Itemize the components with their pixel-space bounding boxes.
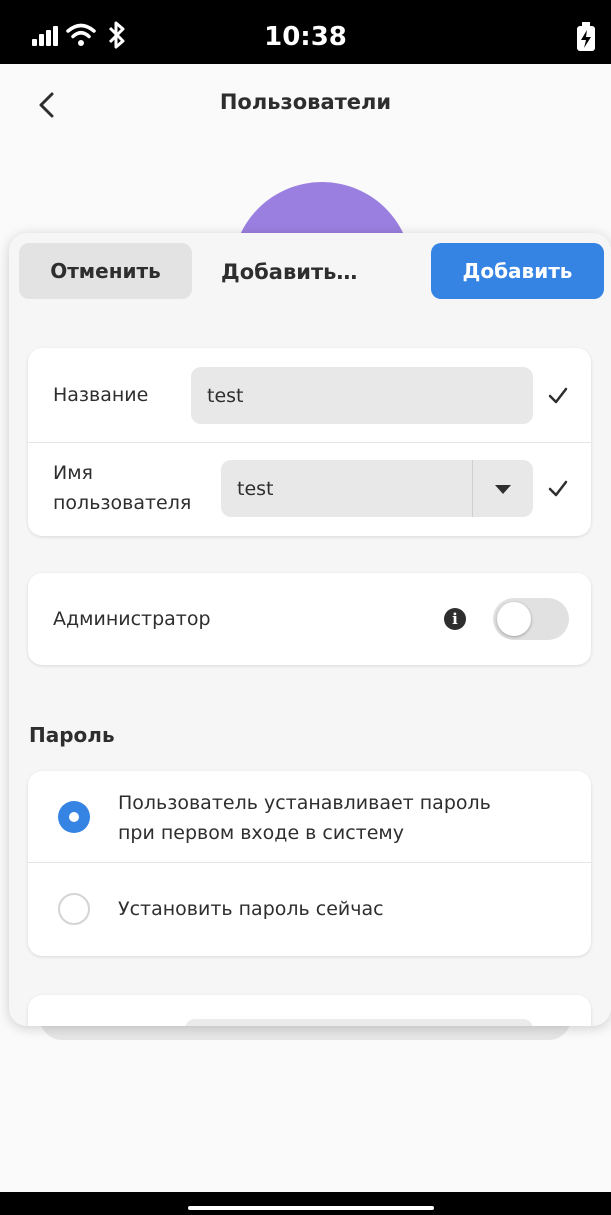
chevron-down-icon[interactable]	[495, 485, 511, 494]
info-icon[interactable]: i	[444, 608, 466, 630]
divider	[28, 442, 591, 443]
add-user-dialog: Отменить Добавить… Добавить Название tes…	[9, 233, 611, 1026]
radio-label-line1: Пользователь устанавливает пароль	[118, 792, 491, 814]
dropdown-separator	[472, 460, 473, 517]
radio-label-line2: при первом входе в систему	[118, 822, 404, 844]
name-label: Название	[53, 384, 149, 406]
admin-toggle[interactable]	[493, 598, 569, 640]
status-bar: 10:38	[0, 0, 611, 64]
radio-set-on-first-login[interactable]	[58, 801, 90, 833]
dialog-title: Добавить…	[221, 260, 358, 284]
battery-charging-icon	[577, 22, 595, 51]
page-title: Пользователи	[219, 90, 392, 114]
page-header: Пользователи	[0, 64, 611, 148]
check-icon	[548, 387, 568, 404]
radio-set-now[interactable]	[58, 893, 90, 925]
username-combo[interactable]: test	[221, 460, 533, 517]
username-label-line2: пользователя	[53, 492, 192, 514]
password-fields-card	[28, 995, 591, 1026]
names-card: Название test Имя пользователя test	[28, 348, 591, 536]
home-bar	[0, 1192, 611, 1215]
username-label-line1: Имя	[53, 462, 93, 484]
name-input[interactable]: test	[191, 367, 533, 424]
status-time: 10:38	[264, 22, 347, 52]
cancel-button[interactable]: Отменить	[19, 243, 192, 299]
check-icon	[548, 480, 568, 497]
divider	[28, 862, 591, 863]
add-button[interactable]: Добавить	[431, 243, 604, 299]
password-heading: Пароль	[29, 723, 115, 747]
home-indicator[interactable]	[188, 1206, 434, 1210]
admin-label: Администратор	[53, 608, 211, 630]
toggle-knob	[497, 602, 531, 636]
password-options-card: Пользователь устанавливает пароль при пе…	[28, 771, 591, 956]
radio-label-set-now: Установить пароль сейчас	[118, 898, 384, 920]
username-value: test	[237, 477, 274, 500]
admin-card: Администратор i	[28, 573, 591, 665]
password-input[interactable]	[185, 1019, 533, 1026]
